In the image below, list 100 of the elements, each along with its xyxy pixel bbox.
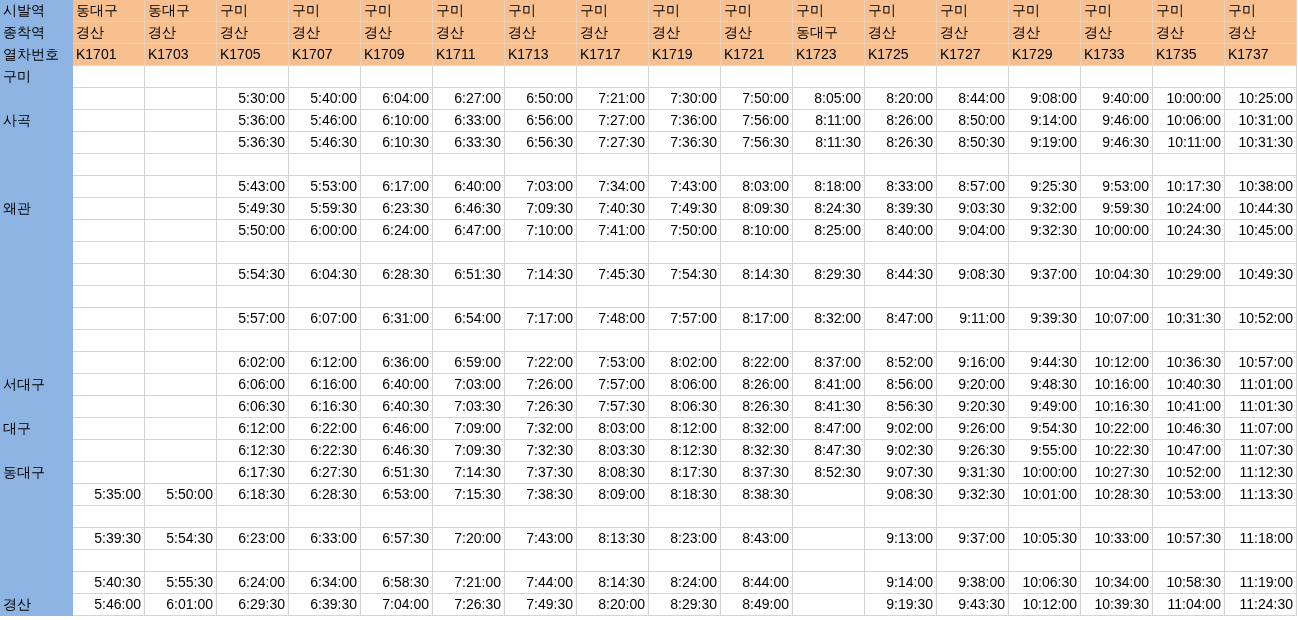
table-cell: 6:50:00 bbox=[505, 88, 577, 110]
table-cell: 8:13:30 bbox=[577, 528, 649, 550]
table-cell: 9:08:00 bbox=[1009, 88, 1081, 110]
column-header: 구미 bbox=[1153, 0, 1225, 22]
table-cell bbox=[145, 66, 217, 88]
table-cell: 7:32:30 bbox=[505, 440, 577, 462]
table-cell: 7:36:00 bbox=[649, 110, 721, 132]
table-cell: 5:36:30 bbox=[217, 132, 289, 154]
table-cell: 8:23:00 bbox=[649, 528, 721, 550]
table-cell: 10:57:00 bbox=[1225, 352, 1297, 374]
table-cell: 5:53:00 bbox=[289, 176, 361, 198]
table-cell: 8:37:00 bbox=[793, 352, 865, 374]
table-cell bbox=[145, 176, 217, 198]
table-cell bbox=[793, 550, 865, 572]
table-cell: 10:24:00 bbox=[1153, 198, 1225, 220]
table-cell bbox=[577, 330, 649, 352]
table-cell: 8:10:00 bbox=[721, 220, 793, 242]
table-cell bbox=[1081, 66, 1153, 88]
table-cell bbox=[73, 374, 145, 396]
table-cell bbox=[1225, 66, 1297, 88]
table-cell bbox=[649, 550, 721, 572]
table-cell bbox=[1225, 154, 1297, 176]
table-cell bbox=[1225, 286, 1297, 308]
column-header: K1721 bbox=[721, 44, 793, 66]
table-cell: 7:27:30 bbox=[577, 132, 649, 154]
table-cell: 9:26:30 bbox=[937, 440, 1009, 462]
column-header: K1713 bbox=[505, 44, 577, 66]
table-cell: 6:34:00 bbox=[289, 572, 361, 594]
column-header: K1705 bbox=[217, 44, 289, 66]
column-header: K1707 bbox=[289, 44, 361, 66]
table-cell bbox=[145, 396, 217, 418]
table-cell: 9:32:00 bbox=[1009, 198, 1081, 220]
table-cell bbox=[721, 550, 793, 572]
table-cell: 10:38:00 bbox=[1225, 176, 1297, 198]
table-cell: 11:01:00 bbox=[1225, 374, 1297, 396]
table-cell: 8:41:30 bbox=[793, 396, 865, 418]
column-header: 동대구 bbox=[145, 0, 217, 22]
table-cell: 7:37:30 bbox=[505, 462, 577, 484]
table-cell: 5:59:30 bbox=[289, 198, 361, 220]
table-cell bbox=[1081, 154, 1153, 176]
table-cell bbox=[217, 66, 289, 88]
table-cell: 8:43:00 bbox=[721, 528, 793, 550]
table-cell: 8:02:00 bbox=[649, 352, 721, 374]
table-cell: 8:26:30 bbox=[865, 132, 937, 154]
table-cell: 8:44:00 bbox=[721, 572, 793, 594]
table-cell: 7:03:00 bbox=[505, 176, 577, 198]
table-cell bbox=[721, 66, 793, 88]
table-cell: 6:28:30 bbox=[361, 264, 433, 286]
table-cell bbox=[217, 286, 289, 308]
table-cell: 8:11:00 bbox=[793, 110, 865, 132]
table-cell: 6:56:30 bbox=[505, 132, 577, 154]
table-cell: 10:52:00 bbox=[1153, 462, 1225, 484]
column-header: 구미 bbox=[1081, 0, 1153, 22]
row-header: 경산 bbox=[0, 594, 73, 616]
table-cell bbox=[721, 242, 793, 264]
table-cell: 9:19:00 bbox=[1009, 132, 1081, 154]
table-cell bbox=[289, 154, 361, 176]
column-header: 경산 bbox=[145, 22, 217, 44]
table-cell: 8:12:30 bbox=[649, 440, 721, 462]
table-cell: 9:37:00 bbox=[937, 528, 1009, 550]
table-cell: 9:46:00 bbox=[1081, 110, 1153, 132]
table-cell bbox=[145, 88, 217, 110]
column-header: 구미 bbox=[1225, 0, 1297, 22]
table-cell: 9:02:30 bbox=[865, 440, 937, 462]
table-cell: 8:05:00 bbox=[793, 88, 865, 110]
table-cell: 8:06:30 bbox=[649, 396, 721, 418]
table-cell: 10:41:00 bbox=[1153, 396, 1225, 418]
table-cell: 9:31:30 bbox=[937, 462, 1009, 484]
table-cell bbox=[145, 132, 217, 154]
table-cell: 7:03:00 bbox=[433, 374, 505, 396]
table-cell bbox=[1081, 506, 1153, 528]
table-cell: 10:24:30 bbox=[1153, 220, 1225, 242]
table-cell bbox=[73, 396, 145, 418]
table-cell: 10:33:00 bbox=[1081, 528, 1153, 550]
table-cell bbox=[145, 154, 217, 176]
table-cell bbox=[73, 66, 145, 88]
column-header: 경산 bbox=[649, 22, 721, 44]
table-cell bbox=[217, 506, 289, 528]
table-cell bbox=[649, 66, 721, 88]
table-cell: 9:46:30 bbox=[1081, 132, 1153, 154]
table-cell: 7:50:00 bbox=[649, 220, 721, 242]
table-cell: 10:46:30 bbox=[1153, 418, 1225, 440]
table-cell: 8:11:30 bbox=[793, 132, 865, 154]
table-cell bbox=[1081, 330, 1153, 352]
table-cell: 7:26:30 bbox=[433, 594, 505, 616]
table-cell bbox=[145, 506, 217, 528]
table-cell bbox=[73, 264, 145, 286]
table-cell: 6:56:00 bbox=[505, 110, 577, 132]
row-header: 구미 bbox=[0, 66, 73, 88]
table-cell: 10:31:00 bbox=[1225, 110, 1297, 132]
row-header: 서대구 bbox=[0, 374, 73, 396]
table-cell bbox=[73, 506, 145, 528]
table-cell: 8:50:00 bbox=[937, 110, 1009, 132]
table-cell bbox=[217, 242, 289, 264]
table-cell: 8:37:30 bbox=[721, 462, 793, 484]
table-cell: 6:16:00 bbox=[289, 374, 361, 396]
table-cell: 6:16:30 bbox=[289, 396, 361, 418]
table-cell: 8:08:30 bbox=[577, 462, 649, 484]
column-header: 구미 bbox=[1009, 0, 1081, 22]
table-cell: 8:20:00 bbox=[577, 594, 649, 616]
